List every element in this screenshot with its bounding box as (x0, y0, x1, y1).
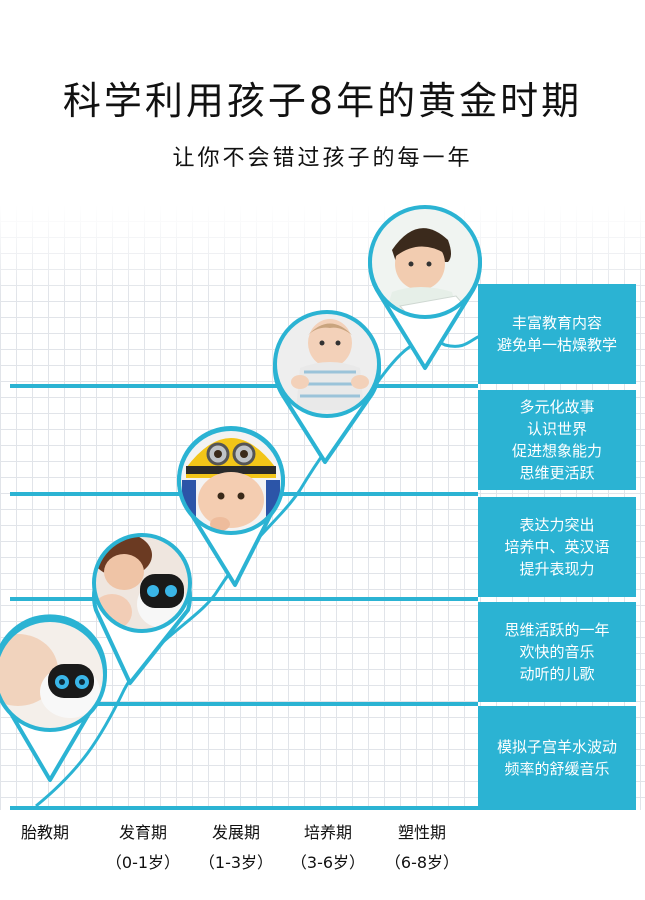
stage-name: 胎教期 (20, 823, 69, 842)
growth-diagram (0, 205, 482, 808)
stage-age: （1-3岁） (198, 853, 274, 872)
mother-baby-robot-photo-pin (92, 533, 192, 685)
stage-label-prenatal: 胎教期 (0, 818, 95, 848)
stage-name: 塑性期 (397, 823, 446, 842)
baby-minion-hat-photo-pin (177, 426, 285, 587)
stage-name: 发育期 (118, 823, 167, 842)
stage-age: （3-6岁） (290, 853, 366, 872)
stage-label-growth: 发育期 （0-1岁） (93, 818, 193, 878)
stage-name: 发展期 (211, 823, 260, 842)
stage-label-cultivation: 培养期 （3-6岁） (278, 818, 378, 878)
sitting-baby-photo-pin (273, 310, 381, 464)
stage-label-shaping: 塑性期 （6-8岁） (372, 818, 472, 878)
stage-name: 培养期 (303, 823, 352, 842)
stage-age: （6-8岁） (384, 853, 460, 872)
stage-age: （0-1岁） (105, 853, 181, 872)
pregnant-belly-robot-photo-pin (0, 614, 107, 782)
baby-minion-hat-photo (179, 429, 283, 533)
stage-label-development: 发展期 （1-3岁） (186, 818, 286, 878)
